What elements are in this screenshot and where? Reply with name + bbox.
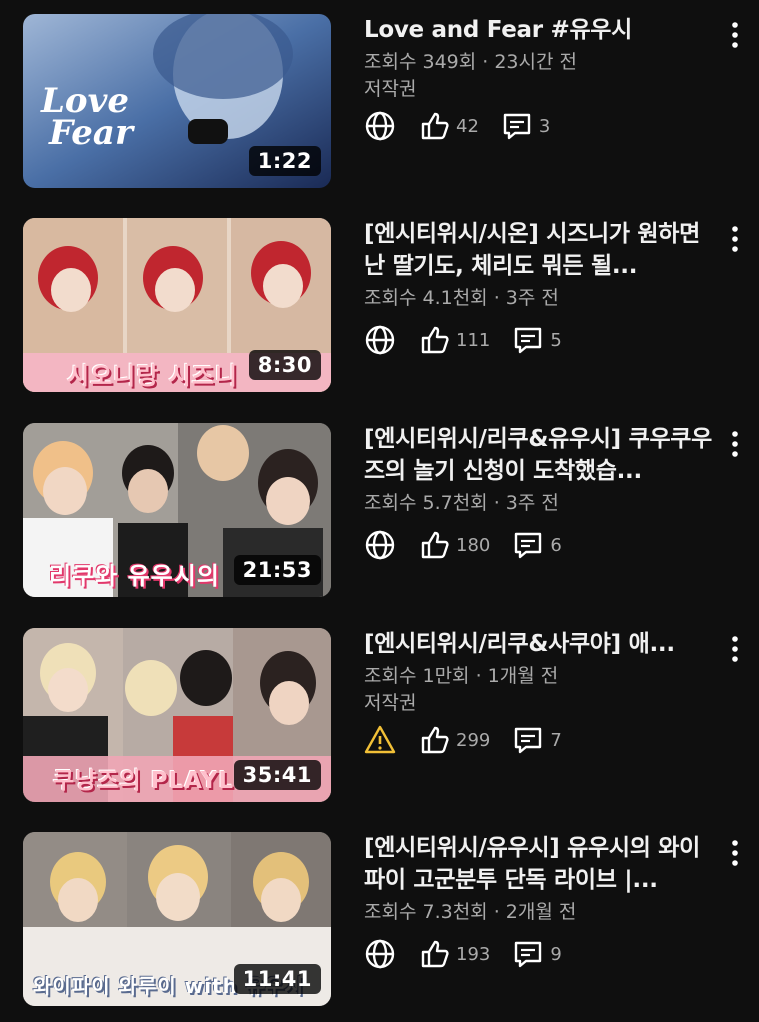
video-item[interactable]: Love Fear 1:22 Love and Fear #유우시 조회수 34… [0, 14, 759, 204]
more-options-icon[interactable] [725, 634, 745, 664]
video-meta: 조회수 5.7천회 · 3주 전 [364, 492, 559, 514]
video-duration: 21:53 [233, 555, 321, 585]
like-count: 299 [456, 729, 491, 751]
video-thumbnail[interactable]: 시오니랑 시즈니 8:30 [23, 218, 331, 392]
video-thumbnail[interactable]: 와이파이 와루이 with 유우시 11:41 [23, 832, 331, 1006]
video-item[interactable]: 리쿠와 유우시의 21:53 [엔시티위시/리쿠&유우시] 쿠우쿠우즈의 놀기 … [0, 423, 759, 613]
video-item[interactable]: 와이파이 와루이 with 유우시 11:41 [엔시티위시/유우시] 유우시의… [0, 832, 759, 1022]
like-count: 180 [456, 534, 491, 556]
comment-count: 6 [550, 534, 562, 556]
comment-count: 7 [550, 729, 562, 751]
like-count: 42 [456, 115, 479, 137]
like-count: 111 [456, 329, 491, 351]
video-meta: 조회수 1만회 · 1개월 전 [364, 665, 559, 687]
video-title[interactable]: [엔시티위시/리쿠&유우시] 쿠우쿠우즈의 놀기 신청이 도착했습... [364, 423, 714, 487]
video-thumbnail[interactable]: 리쿠와 유우시의 21:53 [23, 423, 331, 597]
video-duration: 8:30 [248, 350, 321, 380]
copyright-label: 저작권 [364, 692, 417, 714]
thumbnail-caption: 쿠냥즈의 PLAYL [53, 768, 235, 794]
comment-icon [503, 113, 531, 140]
video-title[interactable]: [엔시티위시/리쿠&사쿠야] 애... [364, 628, 714, 660]
comment-icon [515, 941, 542, 968]
video-thumbnail[interactable]: 쿠냥즈의 PLAYL 35:41 [23, 628, 331, 802]
copyright-label: 저작권 [364, 78, 417, 100]
thumbnail-caption: 시오니랑 시즈니 [67, 362, 238, 390]
thumbs-up-icon [421, 112, 449, 140]
comment-count: 3 [538, 115, 551, 137]
comment-icon [515, 327, 542, 354]
thumbs-up-icon [421, 726, 449, 754]
thumbnail-caption: 리쿠와 유우시의 [49, 562, 220, 590]
thumbs-up-icon [421, 326, 449, 354]
video-meta: 조회수 7.3천회 · 2개월 전 [364, 901, 577, 923]
globe-icon [365, 111, 395, 141]
video-meta: 조회수 4.1천회 · 3주 전 [364, 287, 559, 309]
video-duration: 11:41 [233, 964, 321, 994]
thumbs-up-icon [421, 940, 449, 968]
svg-text:Fear: Fear [48, 113, 135, 153]
comment-icon [515, 532, 542, 559]
video-thumbnail[interactable]: Love Fear 1:22 [23, 14, 331, 188]
globe-icon [365, 530, 395, 560]
video-duration: 1:22 [248, 146, 321, 176]
more-options-icon[interactable] [725, 429, 745, 459]
like-count: 193 [456, 943, 491, 965]
video-item[interactable]: 쿠냥즈의 PLAYL 35:41 [엔시티위시/리쿠&사쿠야] 애... 조회수… [0, 628, 759, 818]
video-duration: 35:41 [233, 760, 321, 790]
warning-icon [364, 725, 396, 754]
more-options-icon[interactable] [725, 224, 745, 254]
video-title[interactable]: [엔시티위시/유우시] 유우시의 와이파이 고군분투 단독 라이브 |... [364, 832, 714, 896]
more-options-icon[interactable] [725, 838, 745, 868]
comment-icon [515, 727, 542, 754]
globe-icon [365, 939, 395, 969]
comment-count: 9 [550, 943, 562, 965]
video-title[interactable]: Love and Fear #유우시 [364, 14, 714, 46]
globe-icon [365, 325, 395, 355]
thumbs-up-icon [421, 531, 449, 559]
video-item[interactable]: 시오니랑 시즈니 8:30 [엔시티위시/시온] 시즈니가 원하면 난 딸기도,… [0, 218, 759, 408]
video-title[interactable]: [엔시티위시/시온] 시즈니가 원하면 난 딸기도, 체리도 뭐든 될... [364, 218, 714, 282]
more-options-icon[interactable] [725, 20, 745, 50]
video-meta: 조회수 349회 · 23시간 전 [364, 51, 578, 73]
comment-count: 5 [550, 329, 562, 351]
